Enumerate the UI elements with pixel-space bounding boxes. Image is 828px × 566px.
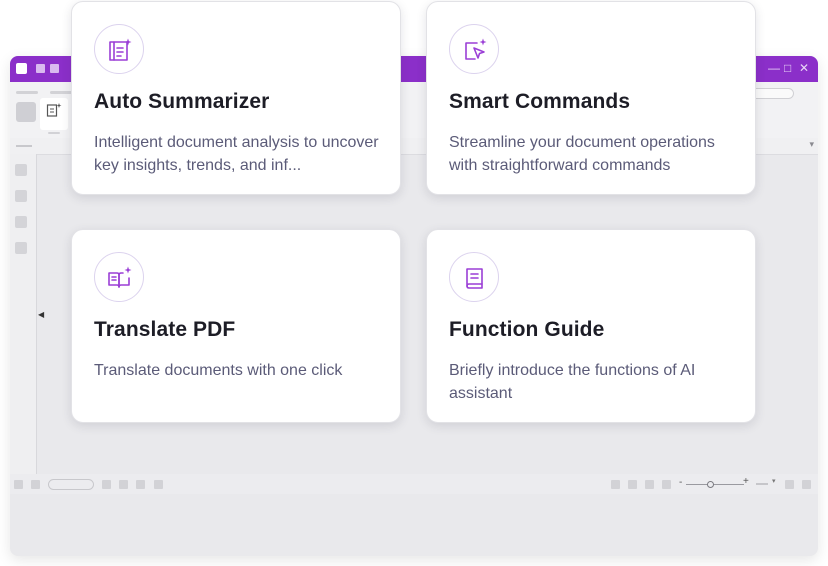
smart-cursor-icon <box>449 24 499 74</box>
maximize-button[interactable]: □ <box>784 60 791 76</box>
sidebar-thumbnails-icon[interactable] <box>15 164 27 176</box>
feature-card-smart-commands[interactable]: Smart Commands Streamline your document … <box>426 1 756 195</box>
ribbon-underline <box>48 132 60 134</box>
left-sidebar <box>10 154 37 474</box>
page-number-input[interactable] <box>48 479 94 490</box>
zoom-slider[interactable] <box>686 484 744 485</box>
view-mode-icon[interactable] <box>628 480 637 489</box>
card-description: Intelligent document analysis to uncover… <box>94 134 379 174</box>
sidebar-comments-icon[interactable] <box>15 216 27 228</box>
card-description: Streamline your document operations with… <box>449 134 715 174</box>
close-button[interactable]: ✕ <box>799 60 809 76</box>
zoom-in-button[interactable]: + <box>743 476 749 487</box>
feature-card-translate-pdf[interactable]: Translate PDF Translate documents with o… <box>71 229 401 423</box>
feature-card-function-guide[interactable]: Function Guide Briefly introduce the fun… <box>426 229 756 423</box>
document-tab[interactable] <box>16 145 32 147</box>
view-mode-icon[interactable] <box>662 480 671 489</box>
ribbon-tab-file[interactable] <box>16 91 38 94</box>
sidebar-attachments-icon[interactable] <box>15 242 27 254</box>
first-page-icon[interactable] <box>14 480 23 489</box>
ribbon-tab-home[interactable] <box>50 91 72 94</box>
chevron-down-icon[interactable]: ▾ <box>772 477 776 485</box>
card-description: Translate documents with one click <box>94 362 343 379</box>
ribbon-button[interactable] <box>16 102 36 122</box>
collapse-sidebar-icon[interactable]: ◀ <box>38 310 44 319</box>
summarize-document-icon <box>94 24 144 74</box>
card-title: Function Guide <box>449 318 605 341</box>
minimize-button[interactable]: — <box>768 60 780 76</box>
view-mode-icon[interactable] <box>645 480 654 489</box>
chevron-down-icon[interactable]: ▾ <box>809 139 814 150</box>
status-icon[interactable] <box>136 480 145 489</box>
ai-assistant-button[interactable] <box>40 98 68 130</box>
fit-page-icon[interactable] <box>785 480 794 489</box>
fullscreen-icon[interactable] <box>802 480 811 489</box>
last-page-icon[interactable] <box>119 480 128 489</box>
zoom-out-button[interactable]: - <box>679 477 682 488</box>
status-bar: - + ▾ <box>10 474 818 494</box>
guide-book-icon <box>449 252 499 302</box>
next-page-icon[interactable] <box>102 480 111 489</box>
card-title: Auto Summarizer <box>94 90 270 113</box>
sidebar-bookmarks-icon[interactable] <box>15 190 27 202</box>
save-icon[interactable] <box>36 64 45 73</box>
zoom-slider-handle[interactable] <box>707 481 714 488</box>
card-description: Briefly introduce the functions of AI as… <box>449 362 696 402</box>
feature-card-auto-summarizer[interactable]: Auto Summarizer Intelligent document ana… <box>71 1 401 195</box>
prev-page-icon[interactable] <box>31 480 40 489</box>
status-icon[interactable] <box>154 480 163 489</box>
zoom-level-field[interactable] <box>756 483 768 485</box>
undo-icon[interactable] <box>50 64 59 73</box>
ai-document-icon <box>46 103 62 117</box>
translate-book-icon <box>94 252 144 302</box>
card-title: Translate PDF <box>94 318 236 341</box>
view-mode-icon[interactable] <box>611 480 620 489</box>
app-logo-icon <box>16 63 27 74</box>
card-title: Smart Commands <box>449 90 631 113</box>
